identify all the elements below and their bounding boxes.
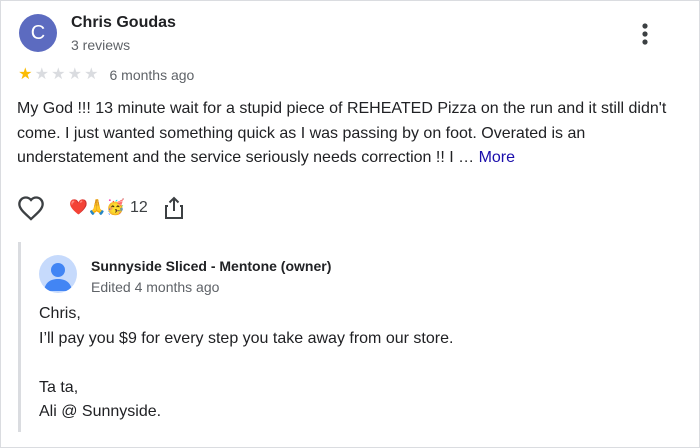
more-vert-icon <box>642 23 648 45</box>
star-empty-icon: ★ <box>84 66 99 83</box>
reviewer-avatar[interactable]: C <box>19 14 57 52</box>
reply-line <box>39 351 453 376</box>
star-empty-icon: ★ <box>34 66 49 83</box>
review-header: C Chris Goudas 3 reviews <box>19 13 176 55</box>
owner-reply-time: Edited 4 months ago <box>91 279 220 295</box>
reviewer-review-count: 3 reviews <box>71 37 131 53</box>
reply-line: Ali @ Sunnyside. <box>39 403 162 420</box>
reply-line: Ta ta, <box>39 378 79 396</box>
reaction-row: ❤️🙏🥳 12 <box>17 194 186 222</box>
reviewer-name[interactable]: Chris Goudas <box>71 13 176 33</box>
reviewer-avatar-letter: C <box>30 21 46 44</box>
person-icon <box>44 263 72 291</box>
like-button[interactable] <box>17 194 45 222</box>
star-rating: ★ ★ ★ ★ ★ <box>17 66 100 84</box>
star-empty-icon: ★ <box>67 66 82 83</box>
owner-reply-text: Chris, I’ll pay you $9 for every step you… <box>39 302 453 425</box>
reply-line: I’ll pay you $9 for every step you take … <box>39 329 454 347</box>
reaction-count: 12 <box>130 199 148 216</box>
owner-name: Sunnyside Sliced - Mentone (owner) <box>91 258 332 274</box>
owner-reply-divider <box>18 242 21 432</box>
heart-outline-icon <box>18 196 44 221</box>
owner-info: Sunnyside Sliced - Mentone (owner) Edite… <box>91 255 331 297</box>
star-filled-icon: ★ <box>18 66 33 83</box>
reactions-summary[interactable]: ❤️🙏🥳 12 <box>69 199 148 217</box>
review-text: My God !!! 13 minute wait for a stupid p… <box>17 97 697 171</box>
owner-avatar <box>39 255 77 293</box>
rating-row: ★ ★ ★ ★ ★ 6 months ago <box>17 66 194 84</box>
share-icon <box>164 196 183 219</box>
reviewer-info: Chris Goudas 3 reviews <box>71 13 176 55</box>
share-button[interactable] <box>162 194 186 222</box>
review-card: C Chris Goudas 3 reviews ★ ★ ★ ★ ★ 6 months … <box>0 0 700 448</box>
more-options-button[interactable] <box>635 21 655 47</box>
owner-reply-header: Sunnyside Sliced - Mentone (owner) Edite… <box>39 255 331 297</box>
reaction-emojis: ❤️🙏🥳 <box>69 199 126 216</box>
more-link[interactable]: More <box>479 149 515 166</box>
star-empty-icon: ★ <box>51 66 66 83</box>
reply-line: Chris, <box>39 305 81 322</box>
review-body: My God !!! 13 minute wait for a stupid p… <box>17 100 667 166</box>
review-time: 6 months ago <box>109 67 195 83</box>
